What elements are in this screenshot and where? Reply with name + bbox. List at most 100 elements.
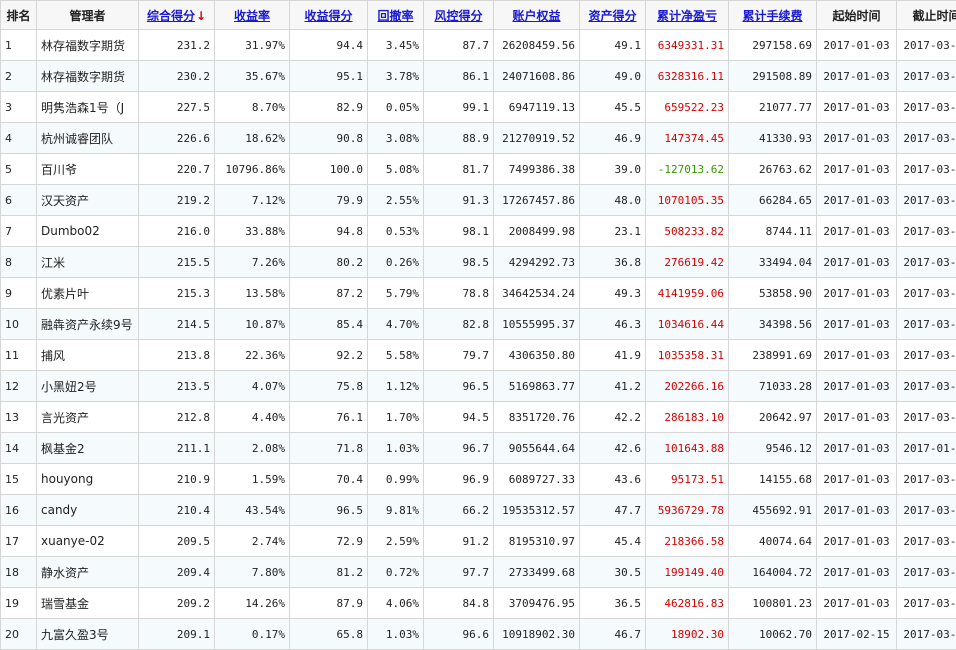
header-end: 截止时间 — [897, 1, 956, 30]
table-row: 6汉天资产219.27.12%79.92.55%91.317267457.864… — [1, 185, 956, 216]
header-fee[interactable]: 累计手续费 — [729, 1, 817, 30]
cell-total-score: 215.5 — [139, 247, 215, 278]
cell-rank: 5 — [1, 154, 37, 185]
cell-risk-score: 84.8 — [424, 588, 494, 619]
cell-return-score: 70.4 — [290, 464, 368, 495]
cell-risk-score: 86.1 — [424, 61, 494, 92]
cell-fee: 21077.77 — [729, 92, 817, 123]
cell-start: 2017-01-03 — [817, 340, 897, 371]
cell-asset-score: 36.5 — [580, 588, 646, 619]
header-drawdown[interactable]: 回撤率 — [368, 1, 424, 30]
cell-asset-score: 49.1 — [580, 30, 646, 61]
cell-end: 2017-03-13 — [897, 495, 956, 526]
cell-return-score: 72.9 — [290, 526, 368, 557]
cell-total-score: 209.4 — [139, 557, 215, 588]
cell-return-rate: 10.87% — [215, 309, 290, 340]
cell-rank: 8 — [1, 247, 37, 278]
header-asset-score[interactable]: 资产得分 — [580, 1, 646, 30]
cell-net-pnl: 199149.40 — [646, 557, 729, 588]
header-return-score[interactable]: 收益得分 — [290, 1, 368, 30]
cell-net-pnl: 101643.88 — [646, 433, 729, 464]
cell-total-score: 230.2 — [139, 61, 215, 92]
cell-total-score: 213.5 — [139, 371, 215, 402]
cell-return-rate: 14.26% — [215, 588, 290, 619]
cell-equity: 8351720.76 — [494, 402, 580, 433]
cell-total-score: 227.5 — [139, 92, 215, 123]
cell-drawdown: 4.70% — [368, 309, 424, 340]
cell-risk-score: 97.7 — [424, 557, 494, 588]
cell-return-score: 92.2 — [290, 340, 368, 371]
cell-drawdown: 3.45% — [368, 30, 424, 61]
cell-end: 2017-03-13 — [897, 216, 956, 247]
cell-net-pnl: 1070105.35 — [646, 185, 729, 216]
cell-rank: 12 — [1, 371, 37, 402]
cell-return-rate: 22.36% — [215, 340, 290, 371]
cell-start: 2017-01-03 — [817, 216, 897, 247]
cell-equity: 21270919.52 — [494, 123, 580, 154]
cell-return-score: 96.5 — [290, 495, 368, 526]
cell-manager: 静水资产 — [37, 557, 139, 588]
cell-fee: 66284.65 — [729, 185, 817, 216]
cell-risk-score: 96.7 — [424, 433, 494, 464]
cell-risk-score: 81.7 — [424, 154, 494, 185]
cell-return-score: 79.9 — [290, 185, 368, 216]
cell-return-score: 100.0 — [290, 154, 368, 185]
cell-net-pnl: 286183.10 — [646, 402, 729, 433]
cell-rank: 15 — [1, 464, 37, 495]
cell-risk-score: 79.7 — [424, 340, 494, 371]
cell-asset-score: 30.5 — [580, 557, 646, 588]
header-net-pnl[interactable]: 累计净盈亏 — [646, 1, 729, 30]
cell-total-score: 209.2 — [139, 588, 215, 619]
cell-manager: 枫基金2 — [37, 433, 139, 464]
cell-start: 2017-01-03 — [817, 433, 897, 464]
cell-manager: 林存福数字期货 — [37, 30, 139, 61]
cell-total-score: 226.6 — [139, 123, 215, 154]
cell-rank: 1 — [1, 30, 37, 61]
cell-equity: 17267457.86 — [494, 185, 580, 216]
sort-down-arrow-icon: ↓ — [196, 9, 206, 23]
cell-start: 2017-01-03 — [817, 526, 897, 557]
header-rank: 排名 — [1, 1, 37, 30]
cell-rank: 20 — [1, 619, 37, 650]
cell-equity: 10555995.37 — [494, 309, 580, 340]
cell-fee: 238991.69 — [729, 340, 817, 371]
cell-start: 2017-01-03 — [817, 92, 897, 123]
cell-asset-score: 36.8 — [580, 247, 646, 278]
cell-asset-score: 23.1 — [580, 216, 646, 247]
header-risk-score[interactable]: 风控得分 — [424, 1, 494, 30]
cell-manager: xuanye-02 — [37, 526, 139, 557]
cell-fee: 14155.68 — [729, 464, 817, 495]
header-equity[interactable]: 账户权益 — [494, 1, 580, 30]
cell-drawdown: 5.08% — [368, 154, 424, 185]
cell-asset-score: 41.9 — [580, 340, 646, 371]
cell-return-score: 95.1 — [290, 61, 368, 92]
header-total-score-label[interactable]: 综合得分 — [147, 9, 195, 23]
cell-start: 2017-01-03 — [817, 247, 897, 278]
cell-start: 2017-01-03 — [817, 371, 897, 402]
cell-risk-score: 94.5 — [424, 402, 494, 433]
cell-equity: 2733499.68 — [494, 557, 580, 588]
cell-drawdown: 9.81% — [368, 495, 424, 526]
cell-end: 2017-03-13 — [897, 185, 956, 216]
table-row: 9优素片叶215.313.58%87.25.79%78.834642534.24… — [1, 278, 956, 309]
cell-return-score: 90.8 — [290, 123, 368, 154]
cell-equity: 7499386.38 — [494, 154, 580, 185]
cell-risk-score: 82.8 — [424, 309, 494, 340]
cell-end: 2017-03-13 — [897, 402, 956, 433]
cell-manager: 瑞雪基金 — [37, 588, 139, 619]
header-total-score[interactable]: 综合得分↓ — [139, 1, 215, 30]
table-row: 14枫基金2211.12.08%71.81.03%96.79055644.644… — [1, 433, 956, 464]
cell-fee: 26763.62 — [729, 154, 817, 185]
cell-equity: 24071608.86 — [494, 61, 580, 92]
cell-manager: houyong — [37, 464, 139, 495]
table-row: 16candy210.443.54%96.59.81%66.219535312.… — [1, 495, 956, 526]
cell-asset-score: 42.2 — [580, 402, 646, 433]
cell-total-score: 213.8 — [139, 340, 215, 371]
cell-asset-score: 43.6 — [580, 464, 646, 495]
cell-net-pnl: 147374.45 — [646, 123, 729, 154]
table-row: 11捕风213.822.36%92.25.58%79.74306350.8041… — [1, 340, 956, 371]
cell-equity: 34642534.24 — [494, 278, 580, 309]
cell-drawdown: 1.12% — [368, 371, 424, 402]
table-row: 2林存福数字期货230.235.67%95.13.78%86.124071608… — [1, 61, 956, 92]
header-return-rate[interactable]: 收益率 — [215, 1, 290, 30]
